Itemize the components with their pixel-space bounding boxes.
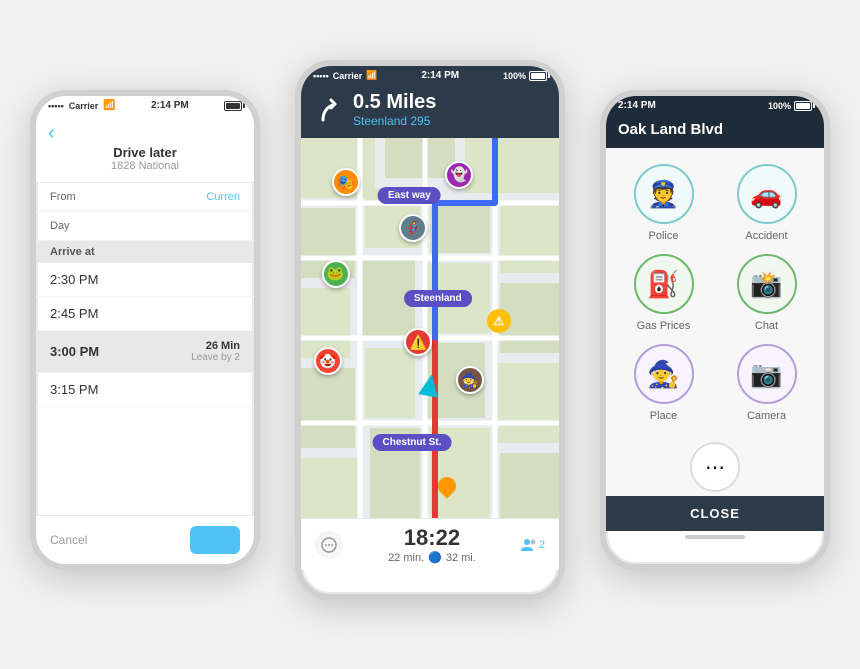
time-right: 2:14 PM <box>618 100 656 111</box>
eastway-label: East way <box>378 187 441 204</box>
steenland-label: Steenland <box>404 290 472 307</box>
report-camera[interactable]: 📷 Camera <box>721 344 812 422</box>
police-emoji: 👮 <box>647 179 679 210</box>
time-label-245: 2:45 PM <box>50 306 98 321</box>
chat-emoji: 📸 <box>750 269 782 300</box>
time-label-300: 3:00 PM <box>50 344 99 359</box>
more-items-hint: ⋯ <box>606 438 824 496</box>
day-label: Day <box>50 220 70 232</box>
warning-icon: ⚠ <box>487 309 511 333</box>
map-area: East way Steenland Chestnut St. 🎭 👻 🦸 🐸 … <box>301 138 559 518</box>
chat-icon-btn[interactable] <box>315 531 343 559</box>
time-label-315: 3:15 PM <box>50 382 98 397</box>
time-center: 2:14 PM <box>421 70 459 81</box>
camera-label: Camera <box>747 410 786 422</box>
phones-container: ••••• Carrier 📶 2:14 PM ‹ Drive later 18… <box>0 0 860 669</box>
battery-right: 100% <box>768 101 812 111</box>
time-row-245[interactable]: 2:45 PM <box>36 297 254 331</box>
place-icon-circle: 🧙 <box>634 344 694 404</box>
day-row: Day <box>36 212 254 241</box>
more-icon: ⋯ <box>690 442 740 492</box>
camera-emoji: 📷 <box>750 359 782 390</box>
avatar-3: 🦸 <box>399 214 427 242</box>
police-icon-circle: 👮 <box>634 164 694 224</box>
nav-details: 22 min. 🔵 32 mi. <box>388 551 476 564</box>
status-bar-right: 2:14 PM 100% <box>606 96 824 115</box>
users-badge: 2 <box>521 538 545 552</box>
leave-by: Leave by 2 <box>191 352 240 363</box>
battery-left <box>224 101 242 111</box>
report-place[interactable]: 🧙 Place <box>618 344 709 422</box>
phone-center: ••••• Carrier 📶 2:14 PM 100% 0.5 Miles S… <box>295 60 565 600</box>
turn-icon <box>313 94 345 126</box>
arrive-at-header: Arrive at <box>36 241 254 263</box>
avatar-4: 🐸 <box>322 260 350 288</box>
from-row: From Curren <box>36 183 254 212</box>
report-gas[interactable]: ⛽ Gas Prices <box>618 254 709 332</box>
time-left: 2:14 PM <box>151 100 189 111</box>
signal-left: ••••• Carrier 📶 <box>48 100 116 111</box>
phone-left: ••••• Carrier 📶 2:14 PM ‹ Drive later 18… <box>30 90 260 570</box>
battery-center: 100% <box>503 71 547 81</box>
close-label: CLOSE <box>690 506 740 521</box>
home-indicator <box>685 535 745 539</box>
phone-right: 2:14 PM 100% Oak Land Blvd 👮 Police 🚗 <box>600 90 830 570</box>
left-footer: Cancel <box>36 515 254 564</box>
time-row-230[interactable]: 2:30 PM <box>36 263 254 297</box>
avatar-5: 🤡 <box>314 347 342 375</box>
police-label: Police <box>649 230 679 242</box>
drive-later-subtitle: 1828 National <box>48 160 242 172</box>
accident-icon-circle: 🚗 <box>737 164 797 224</box>
nav-arrow <box>418 372 442 397</box>
accident-label: Accident <box>745 230 787 242</box>
accident-emoji: 🚗 <box>750 179 782 210</box>
camera-icon-circle: 📷 <box>737 344 797 404</box>
nav-header: 0.5 Miles Steenland 295 <box>301 85 559 138</box>
status-bar-left: ••••• Carrier 📶 2:14 PM <box>36 96 254 115</box>
gas-label: Gas Prices <box>637 320 691 332</box>
left-header: ‹ Drive later 1828 National <box>36 115 254 183</box>
chat-label: Chat <box>755 320 778 332</box>
place-emoji: 🧙 <box>647 359 679 390</box>
right-street-name: Oak Land Blvd <box>618 121 812 138</box>
place-label: Place <box>650 410 678 422</box>
chestnut-label: Chestnut St. <box>372 434 451 451</box>
time-label-230: 2:30 PM <box>50 272 98 287</box>
from-value: Curren <box>206 191 240 203</box>
nav-footer: 18:22 22 min. 🔵 32 mi. 2 <box>301 518 559 570</box>
report-police[interactable]: 👮 Police <box>618 164 709 242</box>
avatar-6: 🧙 <box>456 366 484 394</box>
status-bar-center: ••••• Carrier 📶 2:14 PM 100% <box>301 66 559 85</box>
nav-street: Steenland 295 <box>353 114 436 128</box>
map-background: East way Steenland Chestnut St. 🎭 👻 🦸 🐸 … <box>301 138 559 518</box>
nav-distance: 0.5 Miles <box>353 91 436 114</box>
left-form: From Curren Day Arrive at 2:30 PM 2:45 P… <box>36 183 254 407</box>
gas-emoji: ⛽ <box>647 269 679 300</box>
right-header: Oak Land Blvd <box>606 115 824 148</box>
nav-info: 0.5 Miles Steenland 295 <box>353 91 436 128</box>
confirm-button[interactable] <box>190 526 240 554</box>
from-label: From <box>50 191 76 203</box>
report-grid: 👮 Police 🚗 Accident ⛽ Gas Prices <box>606 148 824 438</box>
hazard-icon: ⚠️ <box>404 328 432 356</box>
close-bar[interactable]: CLOSE <box>606 496 824 531</box>
time-row-315[interactable]: 3:15 PM <box>36 373 254 407</box>
cancel-button[interactable]: Cancel <box>50 533 87 547</box>
back-button[interactable]: ‹ <box>48 121 242 145</box>
gas-icon-circle: ⛽ <box>634 254 694 314</box>
report-accident[interactable]: 🚗 Accident <box>721 164 812 242</box>
nav-timer: 18:22 <box>388 525 476 551</box>
drive-later-title: Drive later <box>48 145 242 160</box>
report-chat[interactable]: 📸 Chat <box>721 254 812 332</box>
time-row-300[interactable]: 3:00 PM 26 Min Leave by 2 <box>36 331 254 373</box>
chat-icon-circle: 📸 <box>737 254 797 314</box>
travel-time: 26 Min <box>191 340 240 352</box>
signal-center: ••••• Carrier 📶 <box>313 70 378 81</box>
